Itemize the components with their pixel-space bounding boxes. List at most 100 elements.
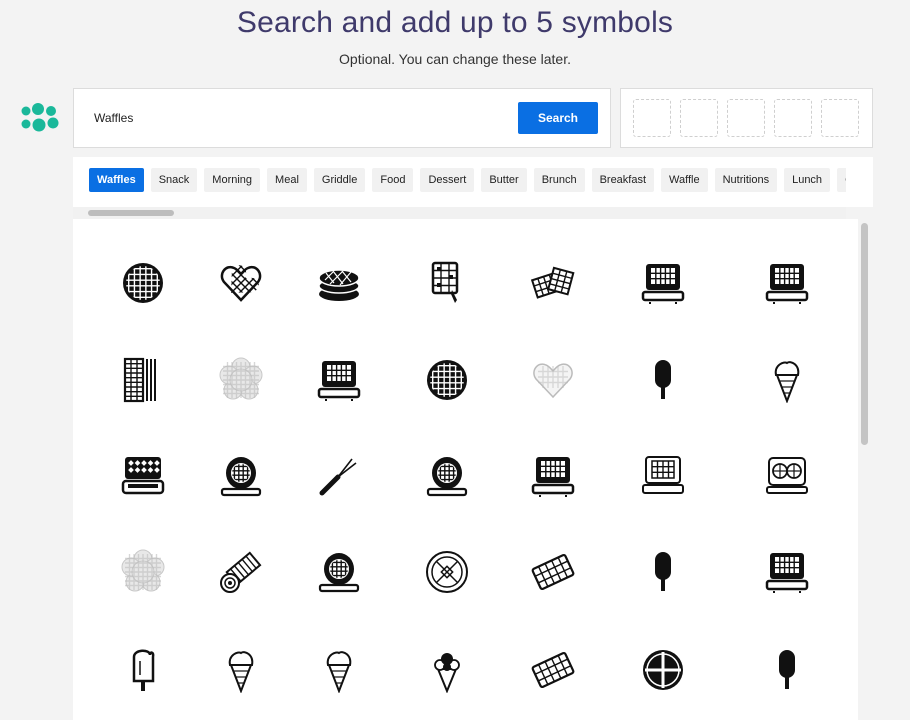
symbol-tile[interactable] [523,640,583,700]
symbol-tile[interactable] [309,446,369,506]
symbol-tile[interactable] [757,350,817,410]
popsicle-bitten-icon [132,649,155,691]
symbol-grid [73,219,858,720]
page-title: Search and add up to 5 symbols [236,6,674,39]
symbol-tile[interactable] [113,253,173,313]
round-waffle-quarters-icon [643,650,683,690]
round-waffle-maker-icon [426,457,468,497]
symbol-tile[interactable] [757,640,817,700]
tag-bar-edge [846,157,873,207]
waffle-maker-icon [765,553,809,593]
symbol-tile[interactable] [757,542,817,602]
symbol-tile[interactable] [523,542,583,602]
waffle-piece-icon [531,553,575,591]
waffle-roll-icon [220,551,262,593]
symbol-tile[interactable] [113,542,173,602]
symbol-tile[interactable] [757,446,817,506]
symbol-tile[interactable] [523,253,583,313]
selected-symbols-panel [620,88,873,148]
ice-cream-cone-icon [326,651,352,693]
popsicle-icon [779,650,795,689]
symbol-tile[interactable] [417,640,477,700]
tag-chip[interactable]: Brunch [533,168,585,192]
flower-waffle-light-icon [219,357,263,400]
symbol-tile[interactable] [309,542,369,602]
double-waffle-maker-icon [766,457,808,494]
symbol-slot[interactable] [680,99,718,137]
symbol-tile[interactable] [211,640,271,700]
ice-cream-scoops-icon [434,653,460,693]
waffle-maker-icon [317,361,361,401]
symbol-tile[interactable] [211,446,271,506]
tag-chip[interactable]: Snack [150,168,198,192]
page-subtitle: Optional. You can change these later. [339,51,571,67]
brand-logo-icon [21,103,59,132]
vertical-scrollbar[interactable] [858,219,872,720]
symbol-slot[interactable] [774,99,812,137]
tag-chip[interactable]: Waffles [89,168,144,192]
popsicle-icon [655,552,671,591]
symbol-tile[interactable] [309,640,369,700]
symbol-tile[interactable] [113,350,173,410]
tag-chip[interactable]: Meal [267,168,307,192]
waffle-pieces-icon [530,266,575,299]
symbol-tile[interactable] [633,542,693,602]
symbol-tile[interactable] [113,640,173,700]
tag-chip[interactable]: Waffle [661,168,708,192]
heart-waffle-light-icon [533,363,573,399]
symbol-tile[interactable] [633,446,693,506]
symbol-slot[interactable] [633,99,671,137]
waffle-iron-open-icon [121,457,165,495]
symbol-tile[interactable] [633,253,693,313]
tag-chip[interactable]: Griddle [313,168,366,192]
waffle-maker-icon [531,457,575,497]
symbol-tile[interactable] [417,446,477,506]
belgian-waffle-strip-icon [123,357,156,403]
symbol-tile[interactable] [211,253,271,313]
symbol-tile[interactable] [211,350,271,410]
heart-waffle-icon [219,262,262,305]
waffle-fork-icon [319,458,357,496]
symbol-tile[interactable] [523,446,583,506]
tag-chip[interactable]: Dessert [420,168,475,192]
symbol-tile[interactable] [113,446,173,506]
tag-chip[interactable]: G [837,168,846,192]
round-waffle-icon [427,360,467,400]
waffle-maker-outline-icon [642,456,684,494]
tag-chip[interactable]: Food [372,168,414,192]
waffle-maker-icon [765,264,809,304]
round-waffle-maker-icon [220,457,262,497]
ice-cream-cone-icon [774,361,800,403]
symbol-tile[interactable] [309,350,369,410]
symbol-tile[interactable] [633,350,693,410]
tag-chip[interactable]: Breakfast [591,168,655,192]
horizontal-scroll-thumb[interactable] [88,210,174,216]
vertical-scroll-thumb[interactable] [861,223,868,445]
tag-list: Waffles Snack Morning Meal Griddle Food Desser… [89,168,846,192]
symbol-tile[interactable] [417,542,477,602]
symbol-tile[interactable] [523,350,583,410]
symbol-tile[interactable] [633,640,693,700]
symbol-tile[interactable] [757,253,817,313]
search-input[interactable] [82,102,536,134]
popsicle-icon [655,360,671,399]
waffle-maker-icon [641,264,685,304]
horizontal-scrollbar[interactable] [73,207,846,219]
tag-chip[interactable]: Morning [204,168,261,192]
round-waffle-outline-icon [426,551,468,593]
symbol-slot[interactable] [727,99,765,137]
symbol-tile[interactable] [417,253,477,313]
waffle-stack-icon [318,269,360,301]
search-button[interactable]: Search [518,102,598,134]
symbol-tile[interactable] [211,542,271,602]
symbol-slot[interactable] [821,99,859,137]
round-waffle-maker-icon [318,553,360,593]
tag-chip[interactable]: Lunch [784,168,831,192]
tag-chip[interactable]: Nutritions [714,168,778,192]
waffle-on-fork-icon [431,261,459,303]
search-panel: Search [73,88,611,148]
tag-filter-bar: Waffles Snack Morning Meal Griddle Food Desser… [73,157,846,208]
symbol-tile[interactable] [417,350,477,410]
tag-chip[interactable]: Butter [481,168,527,192]
symbol-tile[interactable] [309,253,369,313]
